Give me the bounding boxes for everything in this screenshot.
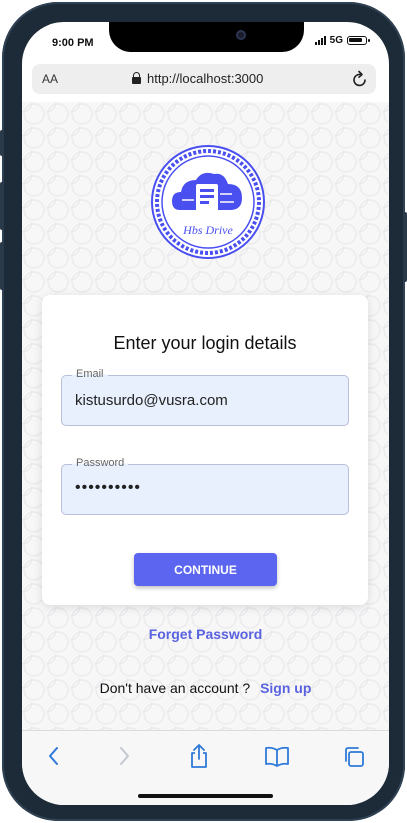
forward-icon[interactable] (114, 745, 134, 767)
home-indicator (138, 794, 273, 798)
notch (109, 22, 304, 52)
url-bar[interactable]: AA http://localhost:3000 (32, 64, 376, 94)
volume-up-button (0, 182, 4, 230)
browser-toolbar (22, 730, 389, 805)
power-button (403, 212, 407, 282)
signal-icon (314, 36, 326, 45)
email-field[interactable]: Email kistusurdo@vusra.com (61, 368, 349, 426)
text-size-button[interactable]: AA (42, 72, 58, 86)
login-card: Enter your login details Email kistusurd… (42, 295, 368, 605)
tabs-icon[interactable] (342, 745, 366, 769)
password-field[interactable]: Password •••••••••• (61, 457, 349, 515)
status-indicators: 5G (314, 35, 370, 46)
email-label: Email (72, 368, 108, 380)
camera (236, 30, 246, 40)
page-content: Hbs Drive Enter your login details Email… (22, 102, 389, 732)
bookmarks-icon[interactable] (264, 745, 290, 767)
url-text: http://localhost:3000 (147, 71, 264, 86)
continue-button[interactable]: CONTINUE (134, 553, 277, 586)
back-icon[interactable] (44, 745, 64, 767)
password-value: •••••••••• (75, 479, 142, 496)
signup-row: Don't have an account ? Sign up (22, 680, 389, 696)
volume-down-button (0, 242, 4, 290)
email-value: kistusurdo@vusra.com (75, 392, 228, 409)
status-time: 9:00 PM (52, 37, 94, 49)
no-account-text: Don't have an account ? (99, 680, 251, 696)
hbs-drive-logo: Hbs Drive (151, 145, 265, 259)
battery-icon (347, 36, 370, 45)
screen: 9:00 PM 5G AA http://localhost:3000 Hbs … (22, 22, 389, 805)
login-title: Enter your login details (113, 333, 297, 353)
phone-frame: 9:00 PM 5G AA http://localhost:3000 Hbs … (0, 2, 407, 821)
url-field[interactable]: http://localhost:3000 (132, 71, 263, 86)
logo-text: Hbs Drive (182, 223, 233, 237)
signup-link[interactable]: Sign up (260, 680, 311, 696)
password-label: Password (72, 457, 129, 469)
side-button (0, 130, 4, 156)
network-label: 5G (329, 35, 343, 46)
share-icon[interactable] (187, 743, 211, 769)
forget-password-link[interactable]: Forget Password (22, 626, 389, 642)
lock-icon (132, 72, 141, 84)
reload-icon[interactable] (352, 70, 368, 88)
